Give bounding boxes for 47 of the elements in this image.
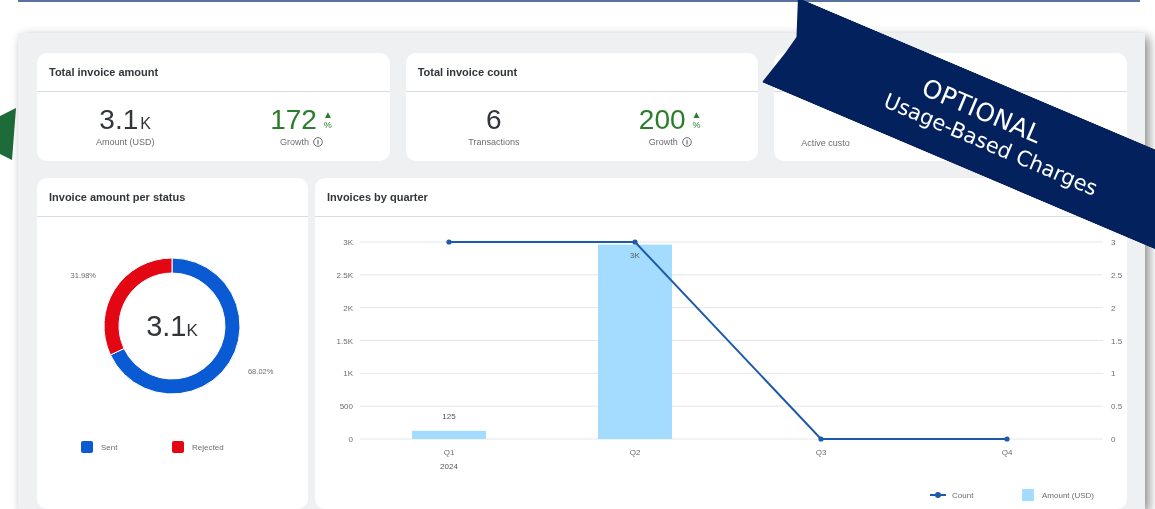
kpi-label: Active custo: [801, 138, 850, 148]
y-axis-label: 0: [348, 435, 353, 444]
legend-label[interactable]: Sent: [101, 443, 118, 452]
x-axis-label: Q4: [1001, 448, 1013, 457]
y-axis-label: 3K: [343, 238, 353, 247]
growth-value: 200: [638, 105, 686, 135]
bar-value-label: 3K: [630, 250, 640, 260]
y-axis-label: 2.5K: [336, 270, 353, 280]
x-axis-label: Q2: [629, 448, 641, 457]
card-title: Invoices by quarter: [327, 191, 428, 203]
y-axis-label: 0: [1111, 435, 1116, 444]
kpi-unit: K: [140, 115, 151, 133]
x-axis-year-label: 2024: [440, 462, 458, 471]
legend-label[interactable]: Rejected: [192, 443, 224, 452]
growth-unit: %: [692, 120, 701, 130]
x-axis-label: Q3: [815, 448, 827, 457]
growth-value: 172: [270, 105, 317, 135]
kpi-label: Transactions: [468, 137, 520, 147]
y-axis-label: 500: [339, 402, 353, 412]
y-axis-label: 1: [1111, 369, 1116, 379]
y-axis-label: 0.5: [1111, 402, 1123, 412]
kpi-value: 3.1: [99, 105, 139, 135]
growth-unit: %: [323, 120, 332, 130]
kpi-label: Amount (USD): [95, 137, 155, 147]
trend-arrow: ▲: [322, 110, 333, 120]
kpi-label: Growth: [280, 137, 309, 147]
info-icon[interactable]: [681, 137, 692, 147]
trend-arrow: ▲: [691, 110, 702, 120]
y-axis-label: 2: [1111, 303, 1116, 313]
x-axis-label: Q1: [443, 448, 455, 457]
bar-value-label: 125: [442, 411, 456, 421]
y-axis-label: 1.5K: [336, 336, 353, 346]
card-title: Invoice amount per status: [49, 191, 186, 203]
info-icon[interactable]: [313, 137, 323, 147]
legend-label[interactable]: Count: [952, 491, 974, 500]
donut-total: 3.1K: [146, 310, 198, 342]
y-axis-label: 2K: [343, 303, 353, 313]
slide-shape: [0, 108, 16, 160]
y-axis-label: 1.5: [1111, 336, 1123, 346]
y-axis-label: 3: [1111, 238, 1116, 247]
legend-label[interactable]: Amount (USD): [1042, 491, 1094, 500]
y-axis-label: 1K: [343, 369, 353, 379]
card-title: Total invoice amount: [49, 66, 159, 78]
card-title: Total invoice count: [417, 66, 518, 78]
y-axis-label: 2.5: [1111, 270, 1123, 280]
kpi-label: Growth: [648, 137, 678, 147]
kpi-value: 6: [486, 105, 502, 135]
